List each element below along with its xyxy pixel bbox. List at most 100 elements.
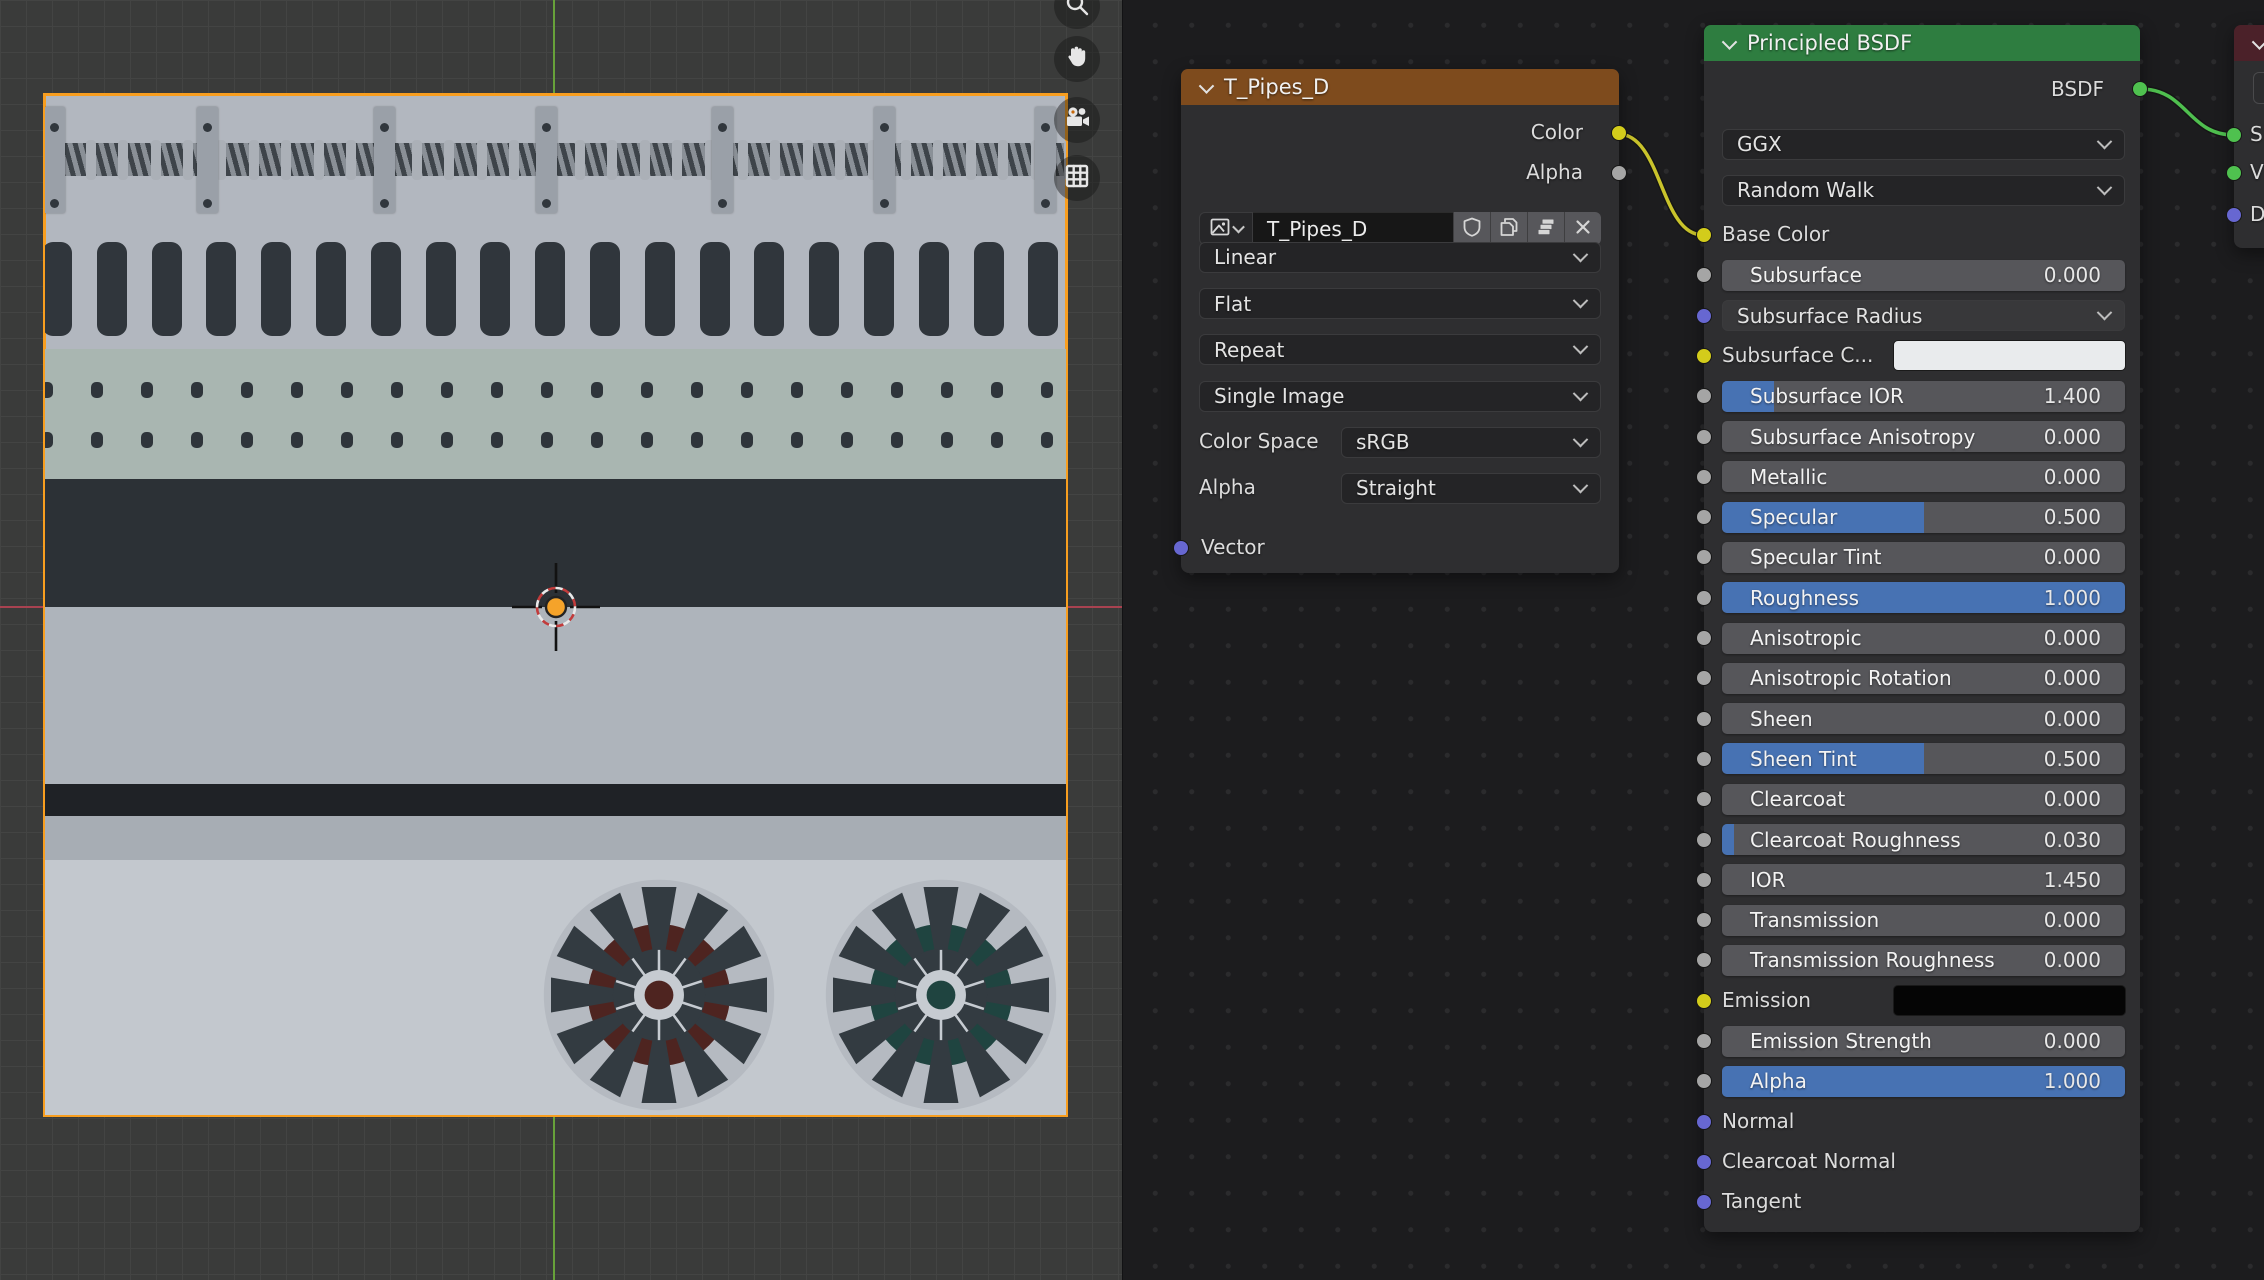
dropdown-straight[interactable]: Straight [1341, 473, 1601, 504]
slider-label: Clearcoat [1750, 787, 1845, 811]
principled-bsdf-node[interactable]: Principled BSDF BSDF GGXRandom Walk Base… [1704, 25, 2140, 1232]
slider-emission-strength[interactable]: Emission Strength0.000 [1722, 1026, 2125, 1057]
input-socket-alpha[interactable] [1696, 1073, 1712, 1089]
dropdown-value: Random Walk [1737, 178, 1874, 202]
vent-slot [1028, 242, 1058, 336]
rivet-dot [491, 382, 503, 398]
input-socket-roughness[interactable] [1696, 590, 1712, 606]
input-socket-transmission-roughness[interactable] [1696, 952, 1712, 968]
material-output-node[interactable]: SVD [2234, 25, 2264, 248]
slider-subsurface-anisotropy[interactable]: Subsurface Anisotropy0.000 [1722, 421, 2125, 452]
input-socket-clearcoat[interactable] [1696, 791, 1712, 807]
color-swatch-subsurface-c[interactable] [1893, 340, 2126, 371]
viewport-zoom-button[interactable] [1054, 0, 1100, 29]
input-socket-subsurface[interactable] [1696, 267, 1712, 283]
dropdown-repeat[interactable]: Repeat [1199, 334, 1601, 365]
collapse-chevron-icon[interactable] [1722, 34, 1738, 50]
slider-clearcoat[interactable]: Clearcoat0.000 [1722, 784, 2125, 815]
dropdown-srgb[interactable]: sRGB [1341, 427, 1601, 458]
viewport-grid-button[interactable] [1054, 155, 1100, 201]
image-texture-node-header[interactable]: T_Pipes_D [1181, 69, 1619, 105]
slider-transmission-roughness[interactable]: Transmission Roughness0.000 [1722, 945, 2125, 976]
image-texture-node[interactable]: T_Pipes_D ColorAlpha T_Pipes_D [1181, 69, 1619, 573]
dropdown-linear[interactable]: Linear [1199, 242, 1601, 273]
slider-anisotropic[interactable]: Anisotropic0.000 [1722, 623, 2125, 654]
dropdown-flat[interactable]: Flat [1199, 288, 1601, 319]
shader-node-editor[interactable]: T_Pipes_D ColorAlpha T_Pipes_D [1122, 0, 2264, 1280]
slider-roughness[interactable]: Roughness1.000 [1722, 582, 2125, 613]
slider-subsurface[interactable]: Subsurface0.000 [1722, 260, 2125, 291]
principled-bsdf-node-header[interactable]: Principled BSDF [1704, 25, 2140, 61]
slider-metallic[interactable]: Metallic0.000 [1722, 461, 2125, 492]
bsdf-output-socket[interactable] [2132, 81, 2148, 97]
slider-ior[interactable]: IOR1.450 [1722, 864, 2125, 895]
rivet-dot [691, 432, 703, 448]
input-socket-sheen-tint[interactable] [1696, 751, 1712, 767]
input-socket-subsurface-ior[interactable] [1696, 388, 1712, 404]
input-socket-s[interactable] [2226, 127, 2242, 143]
unpack-image-button[interactable] [1527, 212, 1564, 245]
input-socket-transmission[interactable] [1696, 912, 1712, 928]
pipe-collar [477, 140, 487, 180]
slider-anisotropic-rotation[interactable]: Anisotropic Rotation0.000 [1722, 663, 2125, 694]
image-name-field[interactable]: T_Pipes_D [1253, 212, 1453, 245]
input-socket-clearcoat-roughness[interactable] [1696, 832, 1712, 848]
input-socket-emission[interactable] [1696, 993, 1712, 1009]
collapse-chevron-icon[interactable] [1199, 78, 1215, 94]
viewport-pan-button[interactable] [1054, 36, 1100, 82]
dropdown-value: Linear [1214, 245, 1276, 269]
output-socket-alpha[interactable] [1611, 165, 1627, 181]
color-swatch-emission[interactable] [1893, 985, 2126, 1016]
3d-viewport[interactable] [0, 0, 1122, 1280]
dropdown-subsurface-radius[interactable]: Subsurface Radius [1722, 300, 2125, 331]
output-socket-color[interactable] [1611, 125, 1627, 141]
slider-transmission[interactable]: Transmission0.000 [1722, 905, 2125, 936]
material-output-node-header[interactable] [2234, 25, 2264, 61]
pipe-strap [374, 107, 395, 213]
noodle-bsdf-to-surface[interactable] [2141, 89, 2234, 135]
slider-sheen-tint[interactable]: Sheen Tint0.500 [1722, 743, 2125, 774]
rivet-dot [91, 382, 103, 398]
input-socket-subsurface-c[interactable] [1696, 348, 1712, 364]
new-image-button[interactable] [1490, 212, 1527, 245]
input-socket-ior[interactable] [1696, 872, 1712, 888]
unlink-image-button[interactable] [1564, 212, 1601, 245]
input-socket-clearcoat-normal[interactable] [1696, 1154, 1712, 1170]
input-socket-specular[interactable] [1696, 509, 1712, 525]
noodle-color-to-basecolor[interactable] [1618, 134, 1703, 235]
dropdown-ggx[interactable]: GGX [1722, 129, 2125, 160]
dropdown-single-image[interactable]: Single Image [1199, 381, 1601, 412]
input-socket-v[interactable] [2226, 165, 2242, 181]
viewport-camera-button[interactable] [1054, 97, 1100, 143]
input-socket-subsurface-anisotropy[interactable] [1696, 429, 1712, 445]
texture-mid-band [45, 816, 1066, 860]
grid-icon [1064, 163, 1090, 193]
input-socket-metallic[interactable] [1696, 469, 1712, 485]
slider-sheen[interactable]: Sheen0.000 [1722, 703, 2125, 734]
input-socket-emission-strength[interactable] [1696, 1033, 1712, 1049]
collapse-chevron-icon[interactable] [2252, 34, 2264, 50]
chevron-down-icon [1573, 293, 1589, 309]
input-socket-sheen[interactable] [1696, 711, 1712, 727]
input-socket-vector[interactable] [1173, 540, 1189, 556]
slider-specular[interactable]: Specular0.500 [1722, 502, 2125, 533]
slider-specular-tint[interactable]: Specular Tint0.000 [1722, 542, 2125, 573]
input-socket-base-color[interactable] [1696, 227, 1712, 243]
slider-value: 0.000 [2044, 948, 2101, 972]
input-socket-subsurface-radius[interactable] [1696, 308, 1712, 324]
output-target-dropdown[interactable] [2253, 72, 2264, 104]
slider-alpha[interactable]: Alpha1.000 [1722, 1066, 2125, 1097]
slider-subsurface-ior[interactable]: Subsurface IOR1.400 [1722, 381, 2125, 412]
input-socket-specular-tint[interactable] [1696, 549, 1712, 565]
image-browse-button[interactable] [1199, 212, 1253, 245]
input-socket-tangent[interactable] [1696, 1194, 1712, 1210]
input-socket-normal[interactable] [1696, 1114, 1712, 1130]
dropdown-random-walk[interactable]: Random Walk [1722, 175, 2125, 206]
textured-plane-object[interactable] [45, 95, 1066, 1115]
input-socket-anisotropic[interactable] [1696, 630, 1712, 646]
fake-user-button[interactable] [1453, 212, 1490, 245]
slider-value: 0.000 [2044, 425, 2101, 449]
slider-clearcoat-roughness[interactable]: Clearcoat Roughness0.030 [1722, 824, 2125, 855]
input-socket-anisotropic-rotation[interactable] [1696, 670, 1712, 686]
input-socket-d[interactable] [2226, 207, 2242, 223]
